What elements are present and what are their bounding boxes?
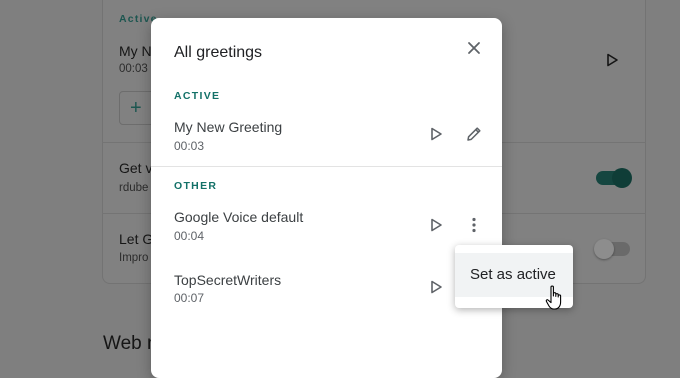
other-section-label: OTHER: [174, 180, 218, 192]
background-play-icon[interactable]: [605, 53, 619, 67]
greeting-title: TopSecretWriters: [174, 272, 282, 288]
more-options-button[interactable]: [461, 212, 487, 238]
more-vert-icon: [472, 217, 476, 233]
play-icon: [431, 280, 442, 294]
toggle-knob: [594, 239, 614, 259]
background-setting-title: Let G: [119, 231, 154, 247]
menu-item-label: Set as active: [470, 266, 556, 283]
toggle-knob: [612, 168, 632, 188]
close-button[interactable]: [460, 34, 488, 62]
background-toggle-off[interactable]: [594, 239, 630, 259]
greeting-title: Google Voice default: [174, 209, 304, 225]
background-setting-title: Get v: [119, 160, 153, 176]
active-section-label: ACTIVE: [174, 90, 221, 102]
pencil-icon: [467, 127, 481, 141]
background-greeting-duration: 00:03: [119, 63, 148, 75]
greeting-duration: 00:03: [174, 139, 205, 153]
play-icon: [431, 127, 442, 141]
edit-button[interactable]: [461, 121, 487, 147]
greeting-duration: 00:07: [174, 291, 205, 305]
play-button[interactable]: [423, 274, 449, 300]
section-divider: [151, 166, 502, 167]
greeting-title: My New Greeting: [174, 119, 283, 135]
all-greetings-dialog: All greetings ACTIVE My New Greeting 00:…: [151, 18, 502, 378]
background-footer-heading: Web n: [103, 333, 158, 354]
background-setting-subtitle: Impro: [119, 252, 149, 264]
play-icon: [431, 218, 442, 232]
background-setting-subtitle: rdube: [119, 182, 149, 194]
play-button[interactable]: [423, 212, 449, 238]
play-button[interactable]: [423, 121, 449, 147]
background-greeting-title: My N: [119, 43, 152, 59]
plus-icon: +: [130, 97, 142, 119]
close-icon: [468, 42, 480, 54]
greeting-duration: 00:04: [174, 229, 205, 243]
background-toggle-on[interactable]: [596, 168, 632, 188]
hand-cursor-icon: [545, 285, 562, 310]
dialog-title: All greetings: [174, 44, 263, 61]
